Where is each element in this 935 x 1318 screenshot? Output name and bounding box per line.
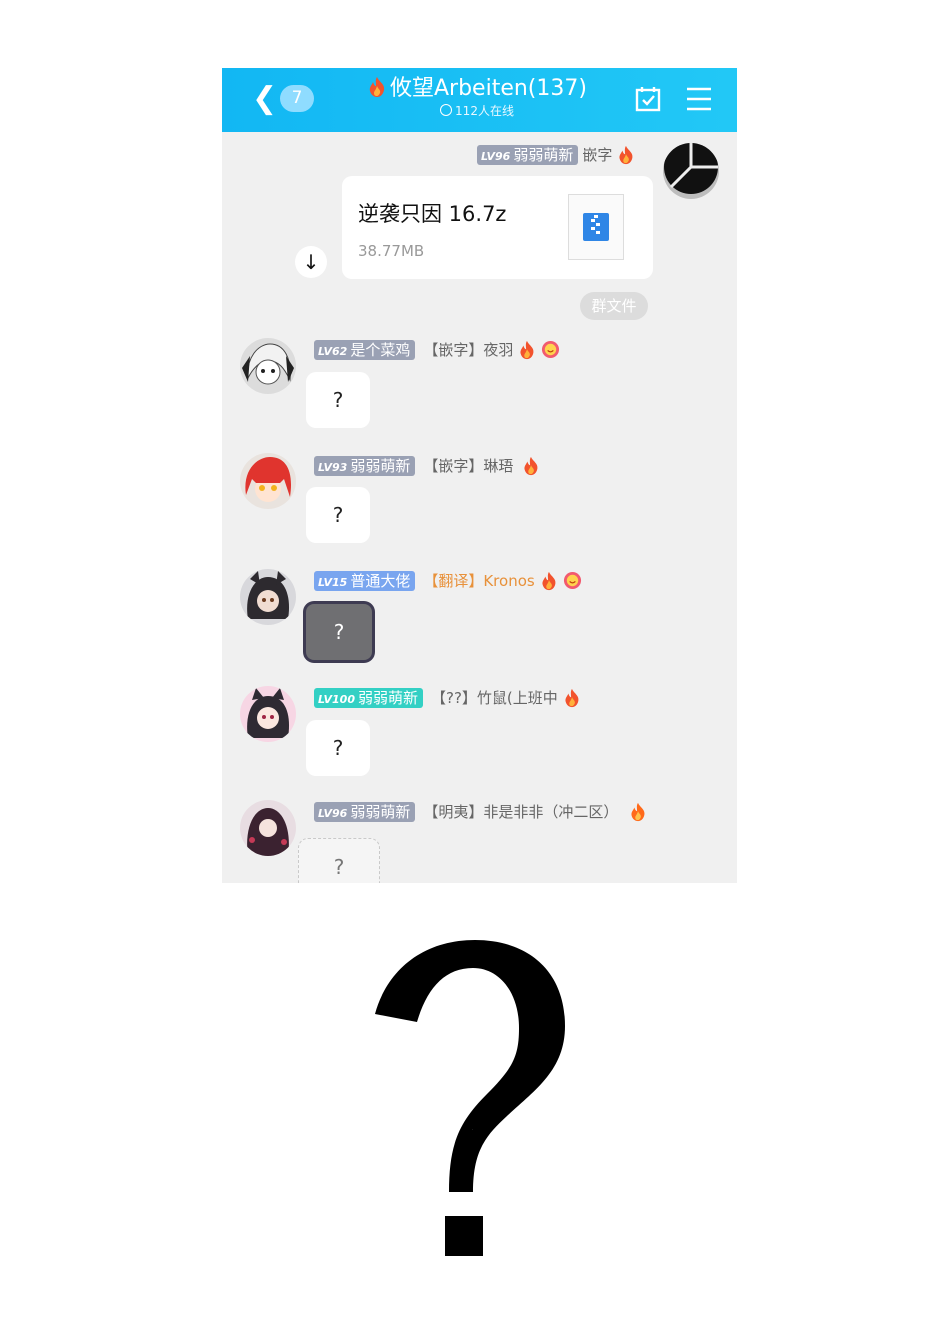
badge-title: 是个菜鸡 [350,340,411,359]
back-chevron-icon[interactable]: ❮ [252,84,277,114]
message-row: LV15 普通大佬 【翻译】Kronos ? [222,568,737,668]
file-name: 逆袭只因 16.7z [358,202,507,226]
sender-namebar: LV96 弱弱萌新 【明夷】非是非非（冲二区） [314,800,648,822]
download-button[interactable]: ↓ [295,246,327,278]
level-badge: LV96 弱弱萌新 [314,801,416,822]
message-row: LV62 是个菜鸡 【嵌字】夜羽 ? [222,336,737,436]
message-bubble[interactable]: ? [306,372,370,428]
self-avatar[interactable] [663,143,719,199]
chat-screen: ❮ 7 攸望Arbeiten(137) 112人在线 LV96 弱弱萌新 嵌字 ↓ … [222,68,737,883]
sender-namebar: LV15 普通大佬 【翻译】Kronos [314,569,582,591]
sender-tag: 【嵌字】夜羽 [423,340,514,359]
level-badge: LV62 是个菜鸡 [314,339,416,360]
file-card[interactable]: 逆袭只因 16.7z 38.77MB [342,176,653,279]
fire-icon [631,802,645,821]
message-bubble[interactable]: ? [298,838,380,883]
level-badge: LV15 普通大佬 [314,570,416,591]
fire-icon [369,77,385,97]
level-badge: LV93 弱弱萌新 [314,455,416,476]
message-bubble[interactable]: ? [306,604,372,660]
badge-title: 弱弱萌新 [357,688,418,707]
badge-title: 弱弱萌新 [350,456,411,475]
fire-icon [520,340,534,359]
message-row: LV96 弱弱萌新 【明夷】非是非非（冲二区） ? [222,800,737,883]
avatar[interactable] [240,686,296,742]
group-file-label[interactable]: 群文件 [580,292,648,320]
level-text: LV96 [481,149,511,163]
chat-header: ❮ 7 攸望Arbeiten(137) 112人在线 [222,68,737,132]
sender-namebar: LV62 是个菜鸡 【嵌字】夜羽 [314,338,560,360]
avatar[interactable] [240,338,296,394]
message-bubble[interactable]: ? [306,720,370,776]
sender-namebar: LV100 弱弱萌新 【??】竹鼠(上班中 [314,686,582,708]
avatar[interactable] [240,453,296,509]
avatar[interactable] [240,800,296,856]
online-count: 112人在线 [455,104,514,118]
level-text: LV96 [318,806,348,820]
avatar-image [663,143,719,199]
file-size: 38.77MB [358,242,425,260]
online-icon [440,104,453,116]
chat-title-block: 攸望Arbeiten(137) 112人在线 [342,75,612,119]
menu-icon[interactable] [686,86,712,112]
fire-icon [542,571,556,590]
sender-tag: 【明夷】非是非非（冲二区） [423,802,619,821]
question-mark-image: ? [375,940,565,1256]
sender-tag: 嵌字 [582,145,613,164]
group-title: 攸望Arbeiten(137) [390,76,587,101]
sender-namebar: LV96 弱弱萌新 嵌字 [477,143,636,165]
sender-tag: 【翻译】Kronos [423,571,535,590]
level-text: LV62 [318,344,348,358]
badge-title: 普通大佬 [350,571,411,590]
unread-count-badge[interactable]: 7 [280,85,314,112]
level-badge: LV100 弱弱萌新 [314,687,423,708]
level-text: LV93 [318,460,348,474]
level-text: LV15 [318,575,348,589]
group-title-row: 攸望Arbeiten(137) [342,75,612,103]
sender-tag: 【??】竹鼠(上班中 [431,688,558,707]
level-text: LV100 [318,692,355,706]
avatar[interactable] [240,569,296,625]
fire-icon [565,688,579,707]
badge-title: 弱弱萌新 [350,802,411,821]
smile-emoji-icon [563,571,581,590]
calendar-check-icon[interactable] [634,85,662,113]
level-badge: LV96 弱弱萌新 [477,144,579,165]
badge-title: 弱弱萌新 [513,145,574,164]
fire-icon [524,456,538,475]
message-row: LV100 弱弱萌新 【??】竹鼠(上班中 ? [222,685,737,785]
zip-file-icon [568,194,624,260]
message-row: LV93 弱弱萌新 【嵌字】琳珸 ? [222,452,737,552]
fire-icon [619,145,633,164]
smile-emoji-icon [542,340,560,359]
message-bubble[interactable]: ? [306,487,370,543]
sender-namebar: LV93 弱弱萌新 【嵌字】琳珸 [314,454,541,476]
online-status: 112人在线 [342,103,612,119]
sender-tag: 【嵌字】琳珸 [423,456,514,475]
